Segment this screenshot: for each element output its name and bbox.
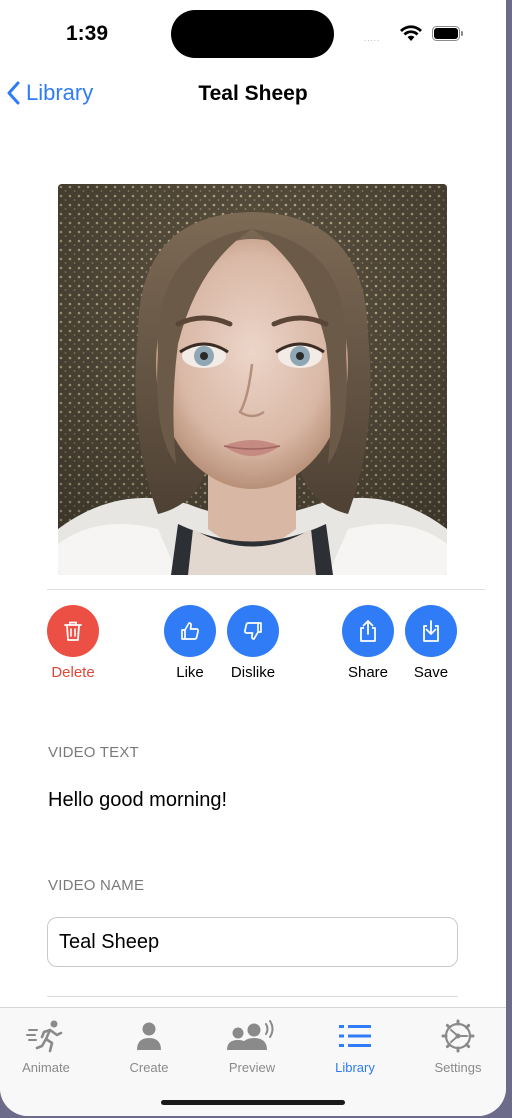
dislike-button[interactable] xyxy=(227,605,279,657)
tab-animate[interactable]: Animate xyxy=(1,1018,91,1075)
running-figure-icon xyxy=(26,1020,63,1053)
portrait-illustration xyxy=(58,184,447,575)
tab-create[interactable]: Create xyxy=(104,1018,194,1075)
tab-library-label: Library xyxy=(335,1060,375,1075)
video-text-value: Hello good morning! xyxy=(48,789,227,811)
like-button[interactable] xyxy=(164,605,216,657)
page-title: Teal Sheep xyxy=(0,82,506,106)
battery-icon xyxy=(432,26,463,41)
tab-library[interactable]: Library xyxy=(310,1018,400,1075)
dislike-label: Dislike xyxy=(230,664,276,681)
trash-icon xyxy=(64,621,82,641)
home-indicator xyxy=(161,1100,345,1105)
thumbs-down-icon xyxy=(244,622,262,640)
dynamic-island xyxy=(171,10,334,58)
tab-animate-label: Animate xyxy=(22,1060,70,1075)
wifi-icon xyxy=(400,25,422,41)
divider-bottom xyxy=(47,996,458,997)
video-text-caption: VIDEO TEXT xyxy=(48,744,139,761)
tab-settings-label: Settings xyxy=(434,1060,482,1075)
status-time: 1:39 xyxy=(66,22,109,45)
page-title-text: Teal Sheep xyxy=(198,82,308,105)
tab-preview[interactable]: Preview xyxy=(207,1018,297,1075)
gear-icon xyxy=(441,1019,475,1053)
person-icon xyxy=(137,1022,161,1050)
list-icon xyxy=(339,1025,371,1047)
delete-label: Delete xyxy=(51,664,95,681)
video-name-caption: VIDEO NAME xyxy=(48,877,145,894)
thumbs-up-icon xyxy=(181,622,199,640)
video-name-field[interactable] xyxy=(47,917,458,967)
save-button[interactable] xyxy=(405,605,457,657)
delete-button[interactable] xyxy=(47,605,99,657)
share-button[interactable] xyxy=(342,605,394,657)
signal-dots: ..... xyxy=(364,34,381,43)
save-label: Save xyxy=(413,664,449,681)
share-icon xyxy=(360,620,376,642)
tab-create-label: Create xyxy=(129,1060,169,1075)
divider-top xyxy=(47,589,485,590)
app-screen: 1:39 ..... Library Teal Sheep Delete Lik… xyxy=(0,0,506,1116)
tab-settings[interactable]: Settings xyxy=(413,1018,503,1075)
tab-bar: Animate Create Preview Library Settings xyxy=(0,1007,506,1116)
tab-preview-label: Preview xyxy=(228,1060,276,1075)
video-thumbnail[interactable] xyxy=(58,184,447,575)
people-speaking-icon xyxy=(227,1020,274,1050)
download-icon xyxy=(423,620,439,642)
